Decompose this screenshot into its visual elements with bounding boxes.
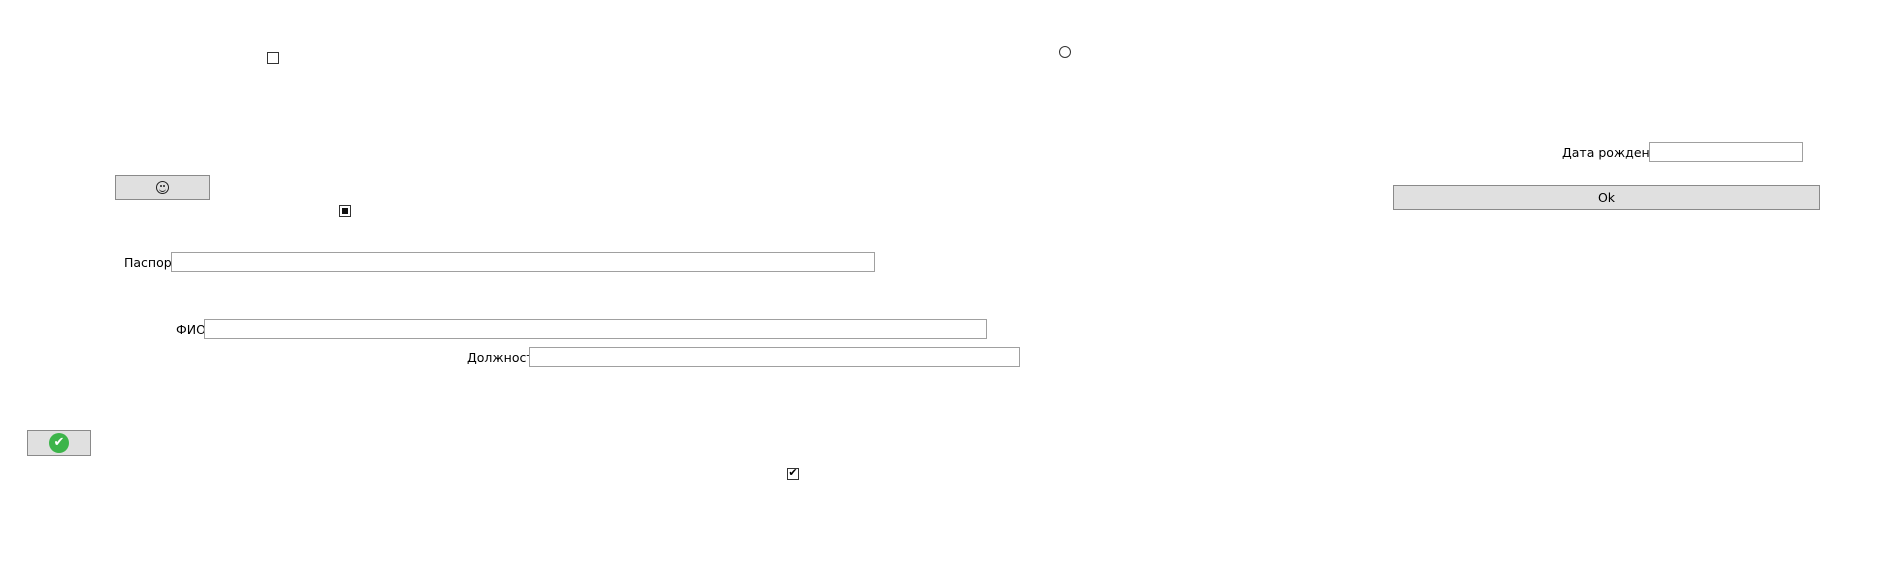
passport-input[interactable] [171,252,875,272]
indeterminate-mark-icon [342,208,348,214]
ok-button[interactable]: Ok [1393,185,1820,210]
ok-button-label: Ok [1597,190,1616,205]
fio-label: ФИО [176,322,206,337]
green-check-icon: ✔ [49,433,69,453]
fio-input[interactable] [204,319,987,339]
bottom-checkbox[interactable]: ✔ [787,466,799,480]
smiley-icon [156,181,169,194]
position-input[interactable] [529,347,1020,367]
middle-checkbox[interactable] [339,205,351,217]
checkmark-icon: ✔ [788,466,798,479]
smiley-button[interactable] [115,175,210,200]
confirm-button[interactable]: ✔ [27,430,91,456]
top-checkbox[interactable] [267,52,279,64]
birthdate-input[interactable] [1649,142,1803,162]
top-radio-button[interactable] [1059,46,1071,58]
